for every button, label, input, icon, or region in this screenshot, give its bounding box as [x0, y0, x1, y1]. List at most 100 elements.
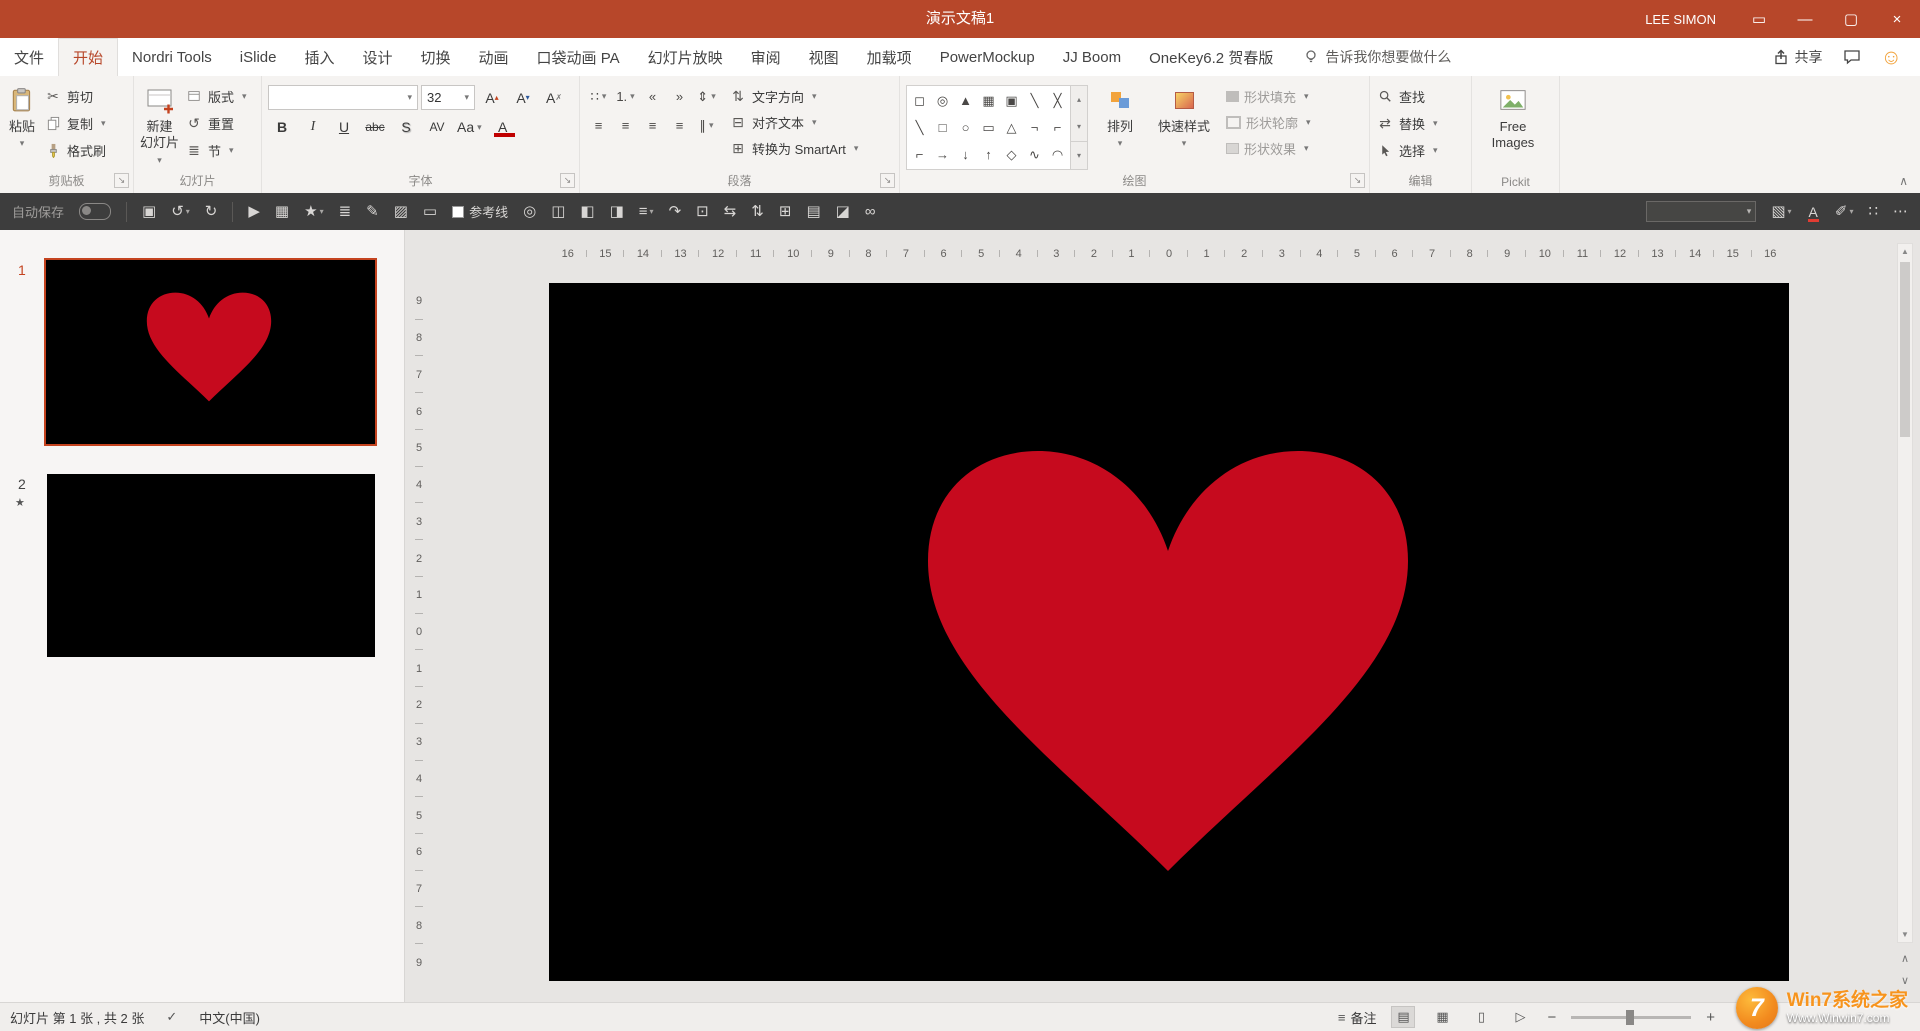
guides-checkbox[interactable]: 参考线: [452, 202, 508, 221]
align-center-button[interactable]: ≡: [613, 114, 638, 137]
view-slide-sorter-button[interactable]: ▦: [1430, 1006, 1454, 1028]
align-text-button[interactable]: ⊟ 对齐文本: [729, 111, 858, 134]
heart-shape[interactable]: [918, 441, 1418, 881]
save-icon[interactable]: ▣: [142, 204, 156, 219]
account-name[interactable]: LEE SIMON: [1645, 12, 1716, 27]
increase-font-size-button[interactable]: A: [478, 86, 506, 110]
clipboard-dialog-launcher[interactable]: ↘: [114, 173, 129, 188]
insert-chart-icon[interactable]: ◪: [836, 204, 850, 219]
send-to-back-icon[interactable]: ◨: [610, 204, 624, 219]
zoom-out-button[interactable]: −: [1547, 1009, 1556, 1026]
font-color-icon[interactable]: A: [1807, 204, 1820, 220]
ribbon-display-options-icon[interactable]: ▭: [1736, 0, 1782, 38]
shape-cell-6[interactable]: ╳: [1046, 87, 1069, 114]
notes-button[interactable]: ≡ 备注: [1338, 1008, 1377, 1027]
change-case-button[interactable]: Aa: [454, 115, 485, 139]
eyedropper-icon[interactable]: ◎: [523, 204, 536, 219]
maximize-button[interactable]: ▢: [1828, 0, 1874, 38]
shape-cell-12[interactable]: ¬: [1023, 114, 1046, 141]
insert-picture-icon[interactable]: ▨: [394, 204, 408, 219]
animation-pane-icon[interactable]: ≣: [339, 204, 352, 219]
strikethrough-button[interactable]: abc: [361, 115, 389, 139]
underline-button[interactable]: U: [330, 115, 358, 139]
slide-canvas[interactable]: [549, 283, 1789, 981]
shape-cell-8[interactable]: □: [931, 114, 954, 141]
tab-PowerMockup[interactable]: PowerMockup: [926, 38, 1049, 76]
shape-cell-18[interactable]: ◇: [1000, 141, 1023, 168]
line-spacing-button[interactable]: ⇕: [694, 85, 719, 108]
shape-cell-5[interactable]: ╲: [1023, 87, 1046, 114]
tab-开始[interactable]: 开始: [58, 38, 118, 76]
clear-formatting-button[interactable]: A: [540, 86, 568, 110]
comments-icon[interactable]: [1843, 48, 1861, 66]
font-dialog-launcher[interactable]: ↘: [560, 173, 575, 188]
decrease-font-size-button[interactable]: A: [509, 86, 537, 110]
tab-加载项[interactable]: 加载项: [853, 38, 926, 76]
paragraph-dialog-launcher[interactable]: ↘: [880, 173, 895, 188]
copy-button[interactable]: 复制: [44, 112, 106, 134]
highlighter-icon[interactable]: ✐▾: [1835, 204, 1854, 219]
view-slideshow-button[interactable]: ▷: [1508, 1006, 1532, 1028]
free-images-button[interactable]: Free Images: [1478, 82, 1548, 152]
quick-styles-button[interactable]: 快速样式: [1152, 82, 1216, 149]
shape-gallery-more-icon[interactable]: ▾: [1071, 141, 1087, 169]
align-left-button[interactable]: ≡: [586, 114, 611, 137]
slide-sorter-icon[interactable]: ▦: [275, 204, 289, 219]
more-commands-icon[interactable]: ⋯: [1893, 204, 1908, 219]
shape-cell-15[interactable]: →: [931, 141, 954, 168]
shape-cell-16[interactable]: ↓: [954, 141, 977, 168]
paste-button[interactable]: 粘贴: [6, 82, 38, 149]
tab-口袋动画 PA[interactable]: 口袋动画 PA: [523, 38, 634, 76]
italic-button[interactable]: I: [299, 115, 327, 139]
align-objects-icon[interactable]: ≡▾: [639, 204, 654, 219]
spell-check-icon[interactable]: ✓: [166, 1009, 177, 1025]
language-indicator[interactable]: 中文(中国): [199, 1008, 260, 1027]
shape-cell-1[interactable]: ◎: [931, 87, 954, 114]
bring-to-front-icon[interactable]: ◧: [580, 204, 594, 219]
slide-2-thumbnail[interactable]: [47, 474, 375, 657]
tab-iSlide[interactable]: iSlide: [226, 38, 291, 76]
tab-审阅[interactable]: 审阅: [737, 38, 795, 76]
redo-icon[interactable]: ↻: [205, 204, 218, 219]
autosave-toggle[interactable]: [79, 203, 111, 220]
text-direction-button[interactable]: ⇅ 文字方向: [729, 85, 858, 108]
format-painter-button[interactable]: 格式刷: [44, 139, 106, 161]
text-shadow-button[interactable]: S: [392, 115, 420, 139]
insert-table-icon[interactable]: ▤: [806, 204, 820, 219]
shape-cell-19[interactable]: ∿: [1023, 141, 1046, 168]
merge-shapes-icon[interactable]: ◫: [551, 204, 565, 219]
find-button[interactable]: 查找: [1376, 85, 1438, 107]
tab-JJ Boom[interactable]: JJ Boom: [1049, 38, 1135, 76]
minimize-button[interactable]: —: [1782, 0, 1828, 38]
feedback-smiley-icon[interactable]: ☺: [1881, 47, 1902, 68]
slide-1-thumbnail[interactable]: [44, 258, 377, 446]
picture-styles-icon[interactable]: ▧▾: [1771, 204, 1791, 219]
font-name-combo[interactable]: [268, 85, 418, 110]
font-size-combo[interactable]: 32: [421, 85, 475, 110]
format-painter-icon[interactable]: ✎: [366, 204, 379, 219]
shape-cell-10[interactable]: ▭: [977, 114, 1000, 141]
shape-cell-3[interactable]: ▦: [977, 87, 1000, 114]
start-slideshow-icon[interactable]: ▶: [248, 204, 260, 219]
new-slide-button[interactable]: 新建 幻灯片: [140, 82, 179, 166]
justify-button[interactable]: ≡: [667, 114, 692, 137]
shape-cell-20[interactable]: ◠: [1046, 141, 1069, 168]
drawing-dialog-launcher[interactable]: ↘: [1350, 173, 1365, 188]
zoom-slider-thumb[interactable]: [1626, 1010, 1634, 1025]
increase-indent-button[interactable]: »: [667, 85, 692, 108]
shape-cell-0[interactable]: ◻: [908, 87, 931, 114]
tab-插入[interactable]: 插入: [290, 38, 348, 76]
shape-cell-7[interactable]: ╲: [908, 114, 931, 141]
qat-style-combo[interactable]: ▾: [1646, 201, 1756, 222]
tab-Nordri Tools[interactable]: Nordri Tools: [118, 38, 226, 76]
tab-OneKey6.2 贺春版[interactable]: OneKey6.2 贺春版: [1135, 38, 1287, 76]
tab-幻灯片放映[interactable]: 幻灯片放映: [634, 38, 737, 76]
shape-effects-button[interactable]: 形状效果: [1226, 137, 1311, 160]
shape-cell-14[interactable]: ⌐: [908, 141, 931, 168]
shape-cell-9[interactable]: ○: [954, 114, 977, 141]
shape-cell-11[interactable]: △: [1000, 114, 1023, 141]
numbering-button[interactable]: 1.: [613, 85, 638, 108]
zoom-in-button[interactable]: +: [1706, 1009, 1715, 1026]
layout-button[interactable]: 版式: [185, 85, 247, 107]
group-objects-icon[interactable]: ⊡: [696, 204, 709, 219]
